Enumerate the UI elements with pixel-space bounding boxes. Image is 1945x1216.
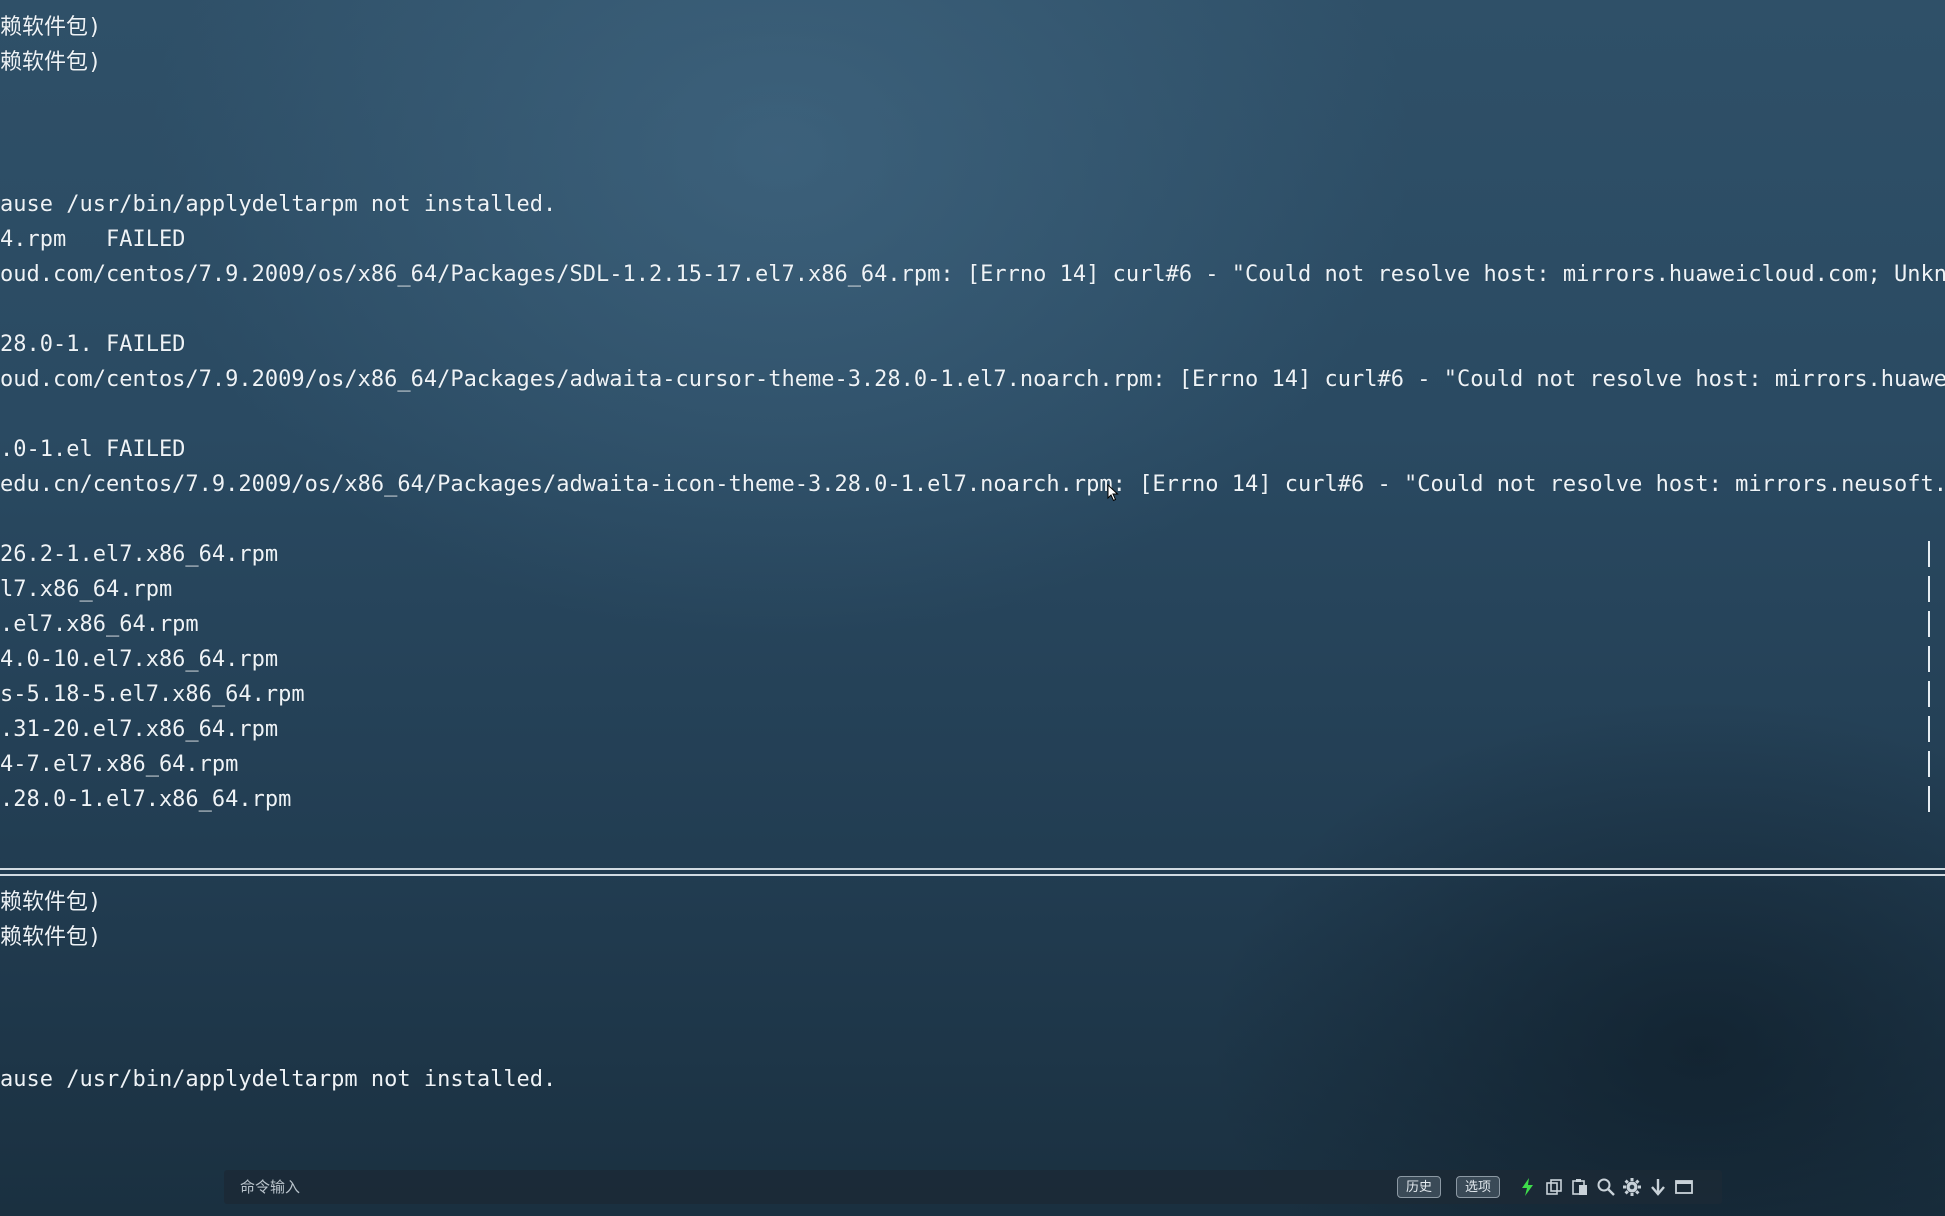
gear-icon[interactable] bbox=[1622, 1177, 1642, 1197]
terminal-line: 4.0-10.el7.x86_64.rpm bbox=[0, 647, 279, 672]
terminal-line: 赖软件包) bbox=[0, 50, 102, 75]
progress-bar-edge bbox=[1928, 716, 1930, 742]
lightning-icon[interactable] bbox=[1518, 1177, 1538, 1197]
progress-bar-edge bbox=[1928, 681, 1930, 707]
terminal-line: 赖软件包) bbox=[0, 890, 102, 915]
terminal-line: oud.com/centos/7.9.2009/os/x86_64/Packag… bbox=[0, 262, 1945, 287]
terminal-line: s-5.18-5.el7.x86_64.rpm bbox=[0, 682, 305, 707]
copy-icon[interactable] bbox=[1544, 1177, 1564, 1197]
separator-rule bbox=[0, 866, 1945, 878]
progress-bar-edge bbox=[1928, 646, 1930, 672]
download-arrow-icon[interactable] bbox=[1648, 1177, 1668, 1197]
terminal-line: 28.0-1. FAILED bbox=[0, 332, 186, 357]
history-button[interactable]: 历史 bbox=[1397, 1176, 1442, 1198]
progress-bar-edge bbox=[1928, 576, 1930, 602]
command-bar: 历史 选项 bbox=[224, 1170, 1722, 1204]
terminal-line: 赖软件包) bbox=[0, 15, 102, 40]
paste-icon[interactable] bbox=[1570, 1177, 1590, 1197]
terminal-line: .el7.x86_64.rpm bbox=[0, 612, 199, 637]
terminal-line: 4-7.el7.x86_64.rpm bbox=[0, 752, 239, 777]
command-input[interactable] bbox=[234, 1173, 1396, 1201]
terminal-line: 赖软件包) bbox=[0, 925, 102, 950]
terminal-output[interactable]: 赖软件包) 赖软件包) ause /usr/bin/applydeltarpm … bbox=[0, 0, 1945, 1160]
progress-bar-edge bbox=[1928, 751, 1930, 777]
progress-bar-edge bbox=[1928, 786, 1930, 812]
terminal-line: 4.rpm FAILED bbox=[0, 227, 186, 252]
progress-bar-edge bbox=[1928, 611, 1930, 637]
terminal-line: oud.com/centos/7.9.2009/os/x86_64/Packag… bbox=[0, 367, 1945, 392]
terminal-line: ause /usr/bin/applydeltarpm not installe… bbox=[0, 192, 557, 217]
options-button[interactable]: 选项 bbox=[1456, 1176, 1501, 1198]
terminal-line: edu.cn/centos/7.9.2009/os/x86_64/Package… bbox=[0, 472, 1945, 497]
terminal-line: ause /usr/bin/applydeltarpm not installe… bbox=[0, 1067, 557, 1092]
window-icon[interactable] bbox=[1674, 1177, 1694, 1197]
terminal-line: l7.x86_64.rpm bbox=[0, 577, 173, 602]
search-icon[interactable] bbox=[1596, 1177, 1616, 1197]
terminal-line: .31-20.el7.x86_64.rpm bbox=[0, 717, 279, 742]
terminal-line: 26.2-1.el7.x86_64.rpm bbox=[0, 542, 279, 567]
terminal-line: .28.0-1.el7.x86_64.rpm bbox=[0, 787, 292, 812]
terminal-line: .0-1.el FAILED bbox=[0, 437, 186, 462]
mouse-pointer-icon bbox=[1107, 484, 1119, 502]
progress-bar-edge bbox=[1928, 541, 1930, 567]
